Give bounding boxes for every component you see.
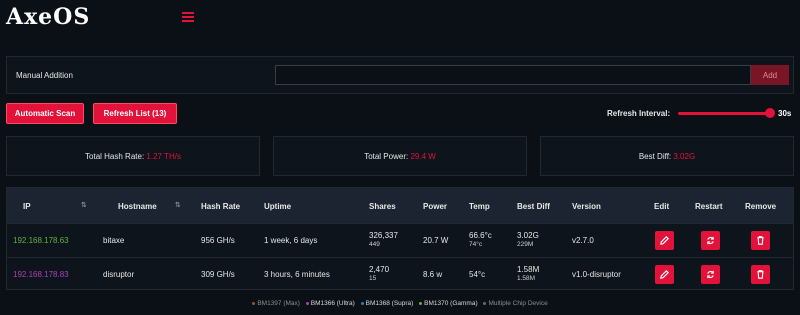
asic-temp: 54°c bbox=[469, 270, 486, 279]
table-header: IP ⇅ Hostname ⇅ Hash Rate Uptime Shares … bbox=[7, 188, 793, 223]
best-diff-all-time: 1.58M bbox=[517, 265, 540, 274]
refresh-interval-slider-thumb[interactable] bbox=[765, 108, 775, 118]
device-ip[interactable]: 192.168.178.63 bbox=[13, 236, 69, 245]
legend-label: Multiple Chip Device bbox=[488, 300, 548, 307]
column-header-temp: Temp bbox=[469, 202, 490, 211]
legend-item: BM1366 (Ultra) bbox=[305, 300, 355, 307]
column-header-remove: Remove bbox=[745, 202, 777, 211]
device-shares: 2,470 15 bbox=[369, 265, 389, 282]
pencil-icon bbox=[660, 269, 670, 279]
legend-item: BM1370 (Gamma) bbox=[419, 300, 478, 307]
manual-addition-panel: Manual Addition Add bbox=[6, 56, 794, 94]
column-header-power: Power bbox=[423, 202, 448, 211]
legend-item: Multiple Chip Device bbox=[483, 300, 548, 307]
legend-dot bbox=[419, 301, 423, 305]
best-diff-value: 3.02G bbox=[673, 152, 696, 161]
vr-temp: 74°c bbox=[469, 241, 483, 248]
hamburger-menu-icon[interactable] bbox=[182, 12, 194, 22]
legend-label: BM1366 (Ultra) bbox=[310, 300, 355, 307]
column-header-version: Version bbox=[572, 202, 601, 211]
app-logo: AxeOS bbox=[6, 4, 91, 30]
device-uptime: 1 week, 6 days bbox=[264, 236, 318, 245]
legend-label: BM1368 (Supra) bbox=[365, 300, 414, 307]
devices-table: IP ⇅ Hostname ⇅ Hash Rate Uptime Shares … bbox=[6, 187, 794, 290]
edit-button[interactable] bbox=[655, 265, 674, 284]
automatic-scan-button[interactable]: Automatic Scan bbox=[6, 103, 84, 124]
device-best-diff: 3.02G 229M bbox=[517, 231, 539, 248]
device-ip[interactable]: 192.168.178.83 bbox=[13, 270, 69, 279]
device-best-diff: 1.58M 1.58M bbox=[517, 265, 539, 282]
device-version: v1.0-disruptor bbox=[572, 270, 621, 279]
column-header-uptime: Uptime bbox=[264, 202, 292, 211]
device-power: 20.7 W bbox=[423, 236, 449, 245]
column-header-restart: Restart bbox=[695, 202, 723, 211]
manual-addition-label: Manual Addition bbox=[16, 71, 73, 80]
device-hash-rate: 309 GH/s bbox=[201, 270, 235, 279]
refresh-interval-value: 30s bbox=[778, 109, 792, 118]
device-version: v2.7.0 bbox=[572, 236, 594, 245]
restart-button[interactable] bbox=[701, 265, 720, 284]
shares-rejected: 449 bbox=[369, 241, 380, 248]
chip-legend: BM1397 (Max) BM1366 (Ultra) BM1368 (Supr… bbox=[0, 300, 800, 307]
device-temp: 54°c bbox=[469, 270, 485, 279]
total-power-label: Total Power: bbox=[364, 152, 409, 161]
best-diff-all-time: 3.02G bbox=[517, 231, 539, 240]
shares-accepted: 326,337 bbox=[369, 231, 398, 240]
column-header-best-diff: Best Diff bbox=[517, 202, 550, 211]
column-header-hash-rate: Hash Rate bbox=[201, 202, 241, 211]
total-power-card: Total Power: 29.4 W bbox=[273, 136, 527, 176]
device-hostname: bitaxe bbox=[103, 236, 125, 245]
device-temp: 66.6°c 74°c bbox=[469, 231, 492, 248]
shares-rejected: 15 bbox=[369, 275, 377, 282]
sync-icon bbox=[707, 236, 714, 245]
best-diff-card: Best Diff: 3.02G bbox=[540, 136, 794, 176]
refresh-interval-slider[interactable] bbox=[678, 112, 770, 115]
remove-button[interactable] bbox=[751, 231, 770, 250]
legend-dot bbox=[483, 301, 487, 305]
refresh-interval-label: Refresh Interval: bbox=[607, 109, 671, 118]
total-hash-rate-label: Total Hash Rate: bbox=[85, 152, 145, 161]
device-hostname: disruptor bbox=[103, 270, 135, 279]
device-power: 8.6 w bbox=[423, 270, 443, 279]
restart-button[interactable] bbox=[701, 231, 720, 250]
best-diff-session: 229M bbox=[517, 241, 534, 248]
legend-item: BM1397 (Max) bbox=[252, 300, 300, 307]
device-uptime: 3 hours, 6 minutes bbox=[264, 270, 330, 279]
column-header-hostname[interactable]: Hostname bbox=[118, 202, 157, 211]
total-hash-rate-card: Total Hash Rate: 1.27 TH/s bbox=[6, 136, 260, 176]
sort-arrows-icon[interactable]: ⇅ bbox=[81, 201, 87, 209]
shares-accepted: 2,470 bbox=[369, 265, 390, 274]
column-header-edit: Edit bbox=[654, 202, 670, 211]
remove-button[interactable] bbox=[751, 265, 770, 284]
table-row: 192.168.178.83 disruptor 309 GH/s 3 hour… bbox=[7, 257, 793, 291]
legend-label: BM1397 (Max) bbox=[257, 300, 300, 307]
legend-dot bbox=[360, 301, 364, 305]
refresh-list-button[interactable]: Refresh List (13) bbox=[93, 103, 177, 124]
trash-icon bbox=[757, 270, 764, 279]
asic-temp: 66.6°c bbox=[469, 231, 492, 240]
sync-icon bbox=[707, 270, 714, 279]
manual-addition-input[interactable] bbox=[275, 65, 751, 85]
legend-dot bbox=[252, 301, 256, 305]
sort-arrows-icon[interactable]: ⇅ bbox=[175, 201, 181, 209]
legend-item: BM1368 (Supra) bbox=[360, 300, 414, 307]
add-button[interactable]: Add bbox=[751, 65, 789, 85]
total-hash-rate-value: 1.27 TH/s bbox=[146, 152, 181, 161]
legend-dot bbox=[305, 301, 309, 305]
best-diff-label: Best Diff: bbox=[638, 152, 672, 161]
trash-icon bbox=[757, 236, 764, 245]
device-hash-rate: 956 GH/s bbox=[201, 236, 235, 245]
total-power-value: 29.4 W bbox=[410, 152, 436, 161]
column-header-ip[interactable]: IP bbox=[23, 202, 31, 211]
table-row: 192.168.178.63 bitaxe 956 GH/s 1 week, 6… bbox=[7, 223, 793, 257]
top-bar: AxeOS bbox=[0, 0, 800, 38]
legend-label: BM1370 (Gamma) bbox=[424, 300, 478, 307]
best-diff-session: 1.58M bbox=[517, 275, 536, 282]
edit-button[interactable] bbox=[655, 231, 674, 250]
column-header-shares: Shares bbox=[369, 202, 396, 211]
device-shares: 326,337 449 bbox=[369, 231, 398, 248]
pencil-icon bbox=[660, 235, 670, 245]
